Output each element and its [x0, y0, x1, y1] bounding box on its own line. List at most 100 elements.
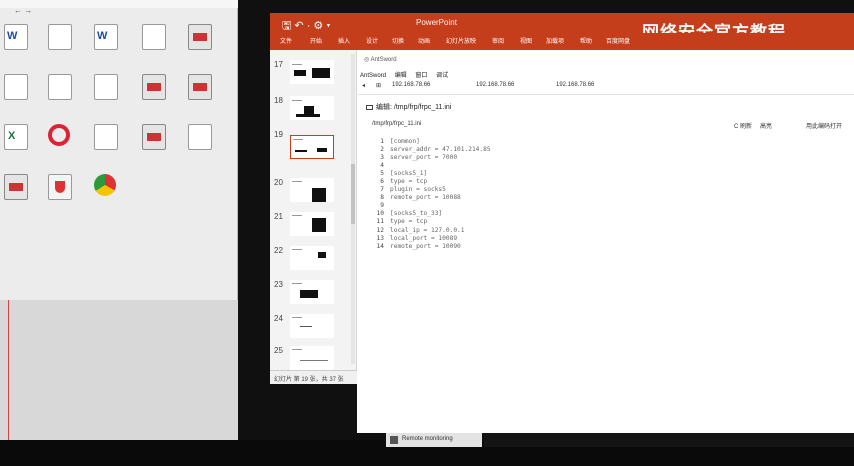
slide-thumbnail[interactable]: [290, 60, 334, 84]
tab-addins[interactable]: 加载项: [546, 36, 564, 45]
tab-home[interactable]: 开始: [310, 36, 322, 45]
slide-number: 22: [274, 246, 283, 255]
desktop-icon[interactable]: [84, 22, 128, 70]
code-line[interactable]: 4: [366, 162, 666, 170]
desktop-icon[interactable]: [38, 122, 82, 170]
slide-thumbnail[interactable]: [290, 314, 334, 338]
slide-number: 17: [274, 60, 283, 69]
line-text: type = tcp: [390, 178, 428, 186]
notification-text: Remote monitoring: [402, 436, 453, 442]
slide-thumbnail[interactable]: [290, 178, 334, 202]
desktop-icon[interactable]: [38, 72, 82, 120]
divider-line: [8, 300, 9, 460]
tab-transitions[interactable]: 切换: [392, 36, 404, 45]
line-text: [socks5_to_33]: [390, 210, 443, 218]
slide-thumbnail-selected[interactable]: [290, 135, 334, 159]
desktop-icon[interactable]: [38, 22, 82, 70]
menu-item-edit[interactable]: 编辑: [395, 73, 407, 79]
line-text: plugin = socks5: [390, 186, 446, 194]
tab-design[interactable]: 设计: [366, 36, 378, 45]
line-text: server_addr = 47.101.214.85: [390, 146, 491, 154]
desktop-icon[interactable]: [38, 172, 82, 220]
notification-toast[interactable]: Remote monitoring: [386, 433, 482, 447]
code-line[interactable]: 9: [366, 202, 666, 210]
line-number: 7: [380, 186, 384, 194]
tool-icon: [142, 124, 166, 150]
code-line[interactable]: 13 local_port = 10089: [366, 235, 666, 243]
word-icon: [4, 24, 28, 50]
code-editor[interactable]: 1 [common] 2 server_addr = 47.101.214.85 3 se…: [366, 138, 666, 251]
refresh-button[interactable]: C 刷新: [734, 121, 752, 130]
back-arrow-icon[interactable]: ◂: [362, 82, 365, 89]
slide-thumbnail-pane[interactable]: 17 18 19 20 21 22 23 24 25: [270, 50, 357, 373]
doc-icon: [48, 74, 72, 100]
slide-thumbnail[interactable]: [290, 346, 334, 370]
tab-baidu[interactable]: 百度网盘: [606, 36, 630, 45]
status-bar: 幻灯片 第 19 张，共 37 张: [270, 370, 357, 384]
doc-icon: [4, 74, 28, 100]
slide-number: 23: [274, 280, 283, 289]
slide-thumbnail[interactable]: [290, 212, 334, 236]
tab-slideshow[interactable]: 幻灯片放映: [446, 36, 476, 45]
menu-item-window[interactable]: 窗口: [415, 73, 427, 79]
tab-host-3[interactable]: 192.168.78.66: [556, 82, 594, 88]
desktop-icon[interactable]: [132, 72, 176, 120]
desktop-icon[interactable]: [132, 122, 176, 170]
desktop-icon[interactable]: [178, 122, 222, 170]
line-number: 8: [380, 194, 384, 202]
line-number: 13: [376, 234, 384, 242]
tab-insert[interactable]: 插入: [338, 36, 350, 45]
line-number: 9: [380, 202, 384, 210]
encoding-button[interactable]: 用此编码打开: [806, 121, 842, 130]
ribbon-tabs: 文件 开始 插入 设计 切换 动画 幻灯片放映 审阅 视图 加载项 帮助 百度网…: [270, 33, 854, 70]
tab-help[interactable]: 帮助: [580, 36, 592, 45]
code-line[interactable]: 8 remote_port = 10088: [366, 194, 666, 202]
code-line[interactable]: 1 [common]: [366, 138, 666, 146]
desktop-icon[interactable]: [0, 22, 38, 70]
code-line[interactable]: 12 local_ip = 127.0.0.1: [366, 227, 666, 235]
tab-review[interactable]: 审阅: [492, 36, 504, 45]
code-line[interactable]: 14 remote_port = 10090: [366, 243, 666, 251]
slide-canvas[interactable]: ◎ AntSword AntSword 编辑 窗口 调试 ◂ ⊞ 192.168…: [358, 50, 854, 384]
code-line[interactable]: 11 type = tcp: [366, 218, 666, 226]
line-text: [socks5_1]: [390, 170, 428, 178]
tab-animations[interactable]: 动画: [418, 36, 430, 45]
thumbnail-scrollbar[interactable]: [351, 54, 355, 364]
desktop-icon[interactable]: [0, 72, 38, 120]
highlight-button[interactable]: 高亮: [760, 121, 772, 130]
desktop-icon[interactable]: [132, 22, 176, 70]
grid-icon[interactable]: ⊞: [376, 82, 381, 89]
code-line[interactable]: 10 [socks5_to_33]: [366, 210, 666, 218]
slide-thumbnail[interactable]: [290, 96, 334, 120]
code-line[interactable]: 6 type = tcp: [366, 178, 666, 186]
desktop-lower-area: [0, 300, 238, 440]
line-number: 14: [376, 242, 384, 250]
shield-icon: [48, 174, 72, 200]
code-line[interactable]: 2 server_addr = 47.101.214.85: [366, 146, 666, 154]
desktop-icon[interactable]: [178, 22, 222, 70]
slide-number: 21: [274, 212, 283, 221]
desktop-icon[interactable]: [84, 72, 128, 120]
tab-host-2[interactable]: 192.168.78.66: [476, 82, 514, 88]
desktop-icon[interactable]: [84, 122, 128, 170]
line-number: 3: [380, 154, 384, 162]
menu-item-debug[interactable]: 调试: [436, 73, 448, 79]
desktop-icon[interactable]: [0, 172, 38, 220]
desktop-icon[interactable]: [84, 172, 128, 220]
tab-view[interactable]: 视图: [520, 36, 532, 45]
line-number: 4: [380, 162, 384, 170]
slide-thumbnail[interactable]: [290, 246, 334, 270]
tab-host-1[interactable]: 192.168.78.66: [392, 82, 430, 88]
desktop-icon[interactable]: [178, 72, 222, 120]
code-line[interactable]: 7 plugin = socks5: [366, 186, 666, 194]
menu-item-app[interactable]: AntSword: [360, 73, 386, 79]
title-bar: 🖫 ↶ · ⚙ ▾ PowerPoint 网络安全官方教程: [270, 13, 854, 42]
scrollbar-thumb[interactable]: [351, 164, 355, 224]
line-number: 2: [380, 146, 384, 154]
code-line[interactable]: 5 [socks5_1]: [366, 170, 666, 178]
file-path: /tmp/frp/frpc_11.ini: [372, 121, 422, 127]
tab-file[interactable]: 文件: [280, 36, 292, 45]
desktop-icon[interactable]: [0, 122, 38, 170]
code-line[interactable]: 3 server_port = 7000: [366, 154, 666, 162]
slide-thumbnail[interactable]: [290, 280, 334, 304]
